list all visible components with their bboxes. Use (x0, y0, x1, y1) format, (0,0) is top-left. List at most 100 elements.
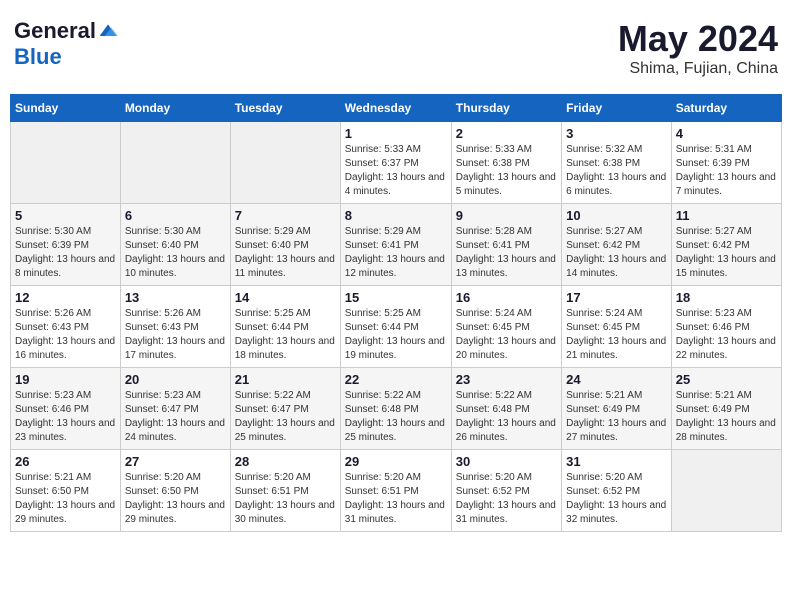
day-info: Sunrise: 5:27 AMSunset: 6:42 PMDaylight:… (676, 225, 777, 281)
weekday-header-monday: Monday (120, 95, 230, 122)
day-cell: 26Sunrise: 5:21 AMSunset: 6:50 PMDayligh… (11, 450, 121, 532)
day-number: 20 (125, 372, 226, 387)
day-cell: 21 Sunrise: 5:22 AMSunset: 6:47 PMDayligh… (230, 368, 340, 450)
day-info: Sunrise: 5:28 AMSunset: 6:41 PMDaylight:… (456, 225, 557, 281)
week-row-5: 26Sunrise: 5:21 AMSunset: 6:50 PMDayligh… (11, 450, 782, 532)
day-info: Sunrise: 5:24 AMSunset: 6:45 PMDaylight:… (566, 307, 667, 363)
day-cell: 9 Sunrise: 5:28 AMSunset: 6:41 PMDaylight… (451, 204, 561, 286)
day-cell: 4 Sunrise: 5:31 AMSunset: 6:39 PMDaylight… (671, 122, 781, 204)
day-info: Sunrise: 5:22 AMSunset: 6:47 PMDaylight:… (235, 389, 336, 445)
weekday-header-saturday: Saturday (671, 95, 781, 122)
day-cell: 31Sunrise: 5:20 AMSunset: 6:52 PMDayligh… (562, 450, 672, 532)
day-cell: 28 Sunrise: 5:20 AMSunset: 6:51 PMDayligh… (230, 450, 340, 532)
day-cell (671, 450, 781, 532)
day-info: Sunrise: 5:22 AMSunset: 6:48 PMDaylight:… (345, 389, 447, 445)
day-number: 25 (676, 372, 777, 387)
day-cell: 3 Sunrise: 5:32 AMSunset: 6:38 PMDaylight… (562, 122, 672, 204)
location: Shima, Fujian, China (618, 60, 778, 78)
day-info: Sunrise: 5:23 AMSunset: 6:46 PMDaylight:… (676, 307, 777, 363)
title-area: May 2024 Shima, Fujian, China (618, 18, 778, 78)
day-info: Sunrise: 5:30 AMSunset: 6:40 PMDaylight:… (125, 225, 226, 281)
week-row-4: 19 Sunrise: 5:23 AMSunset: 6:46 PMDayligh… (11, 368, 782, 450)
day-cell: 29 Sunrise: 5:20 AMSunset: 6:51 PMDayligh… (340, 450, 451, 532)
day-number: 3 (566, 126, 667, 141)
day-cell: 18 Sunrise: 5:23 AMSunset: 6:46 PMDayligh… (671, 286, 781, 368)
day-info: Sunrise: 5:20 AMSunset: 6:51 PMDaylight:… (345, 471, 447, 527)
day-number: 5 (15, 208, 116, 223)
day-cell: 27Sunrise: 5:20 AMSunset: 6:50 PMDayligh… (120, 450, 230, 532)
day-cell: 11 Sunrise: 5:27 AMSunset: 6:42 PMDayligh… (671, 204, 781, 286)
day-cell: 17 Sunrise: 5:24 AMSunset: 6:45 PMDayligh… (562, 286, 672, 368)
day-number: 28 (235, 454, 336, 469)
day-info: Sunrise: 5:21 AMSunset: 6:49 PMDaylight:… (566, 389, 667, 445)
day-info: Sunrise: 5:29 AMSunset: 6:41 PMDaylight:… (345, 225, 447, 281)
day-info: Sunrise: 5:20 AMSunset: 6:52 PMDaylight:… (456, 471, 557, 527)
day-info: Sunrise: 5:26 AMSunset: 6:43 PMDaylight:… (15, 307, 116, 363)
day-cell: 12 Sunrise: 5:26 AMSunset: 6:43 PMDayligh… (11, 286, 121, 368)
calendar-table: SundayMondayTuesdayWednesdayThursdayFrid… (10, 94, 782, 532)
day-number: 13 (125, 290, 226, 305)
day-number: 31 (566, 454, 667, 469)
day-cell: 13 Sunrise: 5:26 AMSunset: 6:43 PMDayligh… (120, 286, 230, 368)
day-cell: 7 Sunrise: 5:29 AMSunset: 6:40 PMDaylight… (230, 204, 340, 286)
day-number: 12 (15, 290, 116, 305)
logo-icon (98, 21, 118, 41)
month-title: May 2024 (618, 18, 778, 60)
day-number: 4 (676, 126, 777, 141)
day-number: 27 (125, 454, 226, 469)
day-info: Sunrise: 5:23 AMSunset: 6:46 PMDaylight:… (15, 389, 116, 445)
day-info: Sunrise: 5:24 AMSunset: 6:45 PMDaylight:… (456, 307, 557, 363)
day-number: 17 (566, 290, 667, 305)
weekday-header-wednesday: Wednesday (340, 95, 451, 122)
day-cell: 20Sunrise: 5:23 AMSunset: 6:47 PMDayligh… (120, 368, 230, 450)
day-number: 9 (456, 208, 557, 223)
day-cell: 8Sunrise: 5:29 AMSunset: 6:41 PMDaylight… (340, 204, 451, 286)
day-number: 2 (456, 126, 557, 141)
week-row-1: 1 Sunrise: 5:33 AMSunset: 6:37 PMDaylight… (11, 122, 782, 204)
day-cell: 30 Sunrise: 5:20 AMSunset: 6:52 PMDayligh… (451, 450, 561, 532)
day-number: 6 (125, 208, 226, 223)
day-number: 7 (235, 208, 336, 223)
day-number: 16 (456, 290, 557, 305)
day-info: Sunrise: 5:20 AMSunset: 6:51 PMDaylight:… (235, 471, 336, 527)
day-info: Sunrise: 5:29 AMSunset: 6:40 PMDaylight:… (235, 225, 336, 281)
day-info: Sunrise: 5:31 AMSunset: 6:39 PMDaylight:… (676, 143, 777, 199)
day-cell: 25 Sunrise: 5:21 AMSunset: 6:49 PMDayligh… (671, 368, 781, 450)
day-number: 22 (345, 372, 447, 387)
day-number: 19 (15, 372, 116, 387)
day-info: Sunrise: 5:25 AMSunset: 6:44 PMDaylight:… (235, 307, 336, 363)
day-info: Sunrise: 5:21 AMSunset: 6:49 PMDaylight:… (676, 389, 777, 445)
week-row-2: 5Sunrise: 5:30 AMSunset: 6:39 PMDaylight… (11, 204, 782, 286)
weekday-header-tuesday: Tuesday (230, 95, 340, 122)
day-info: Sunrise: 5:22 AMSunset: 6:48 PMDaylight:… (456, 389, 557, 445)
page-header: General Blue May 2024 Shima, Fujian, Chi… (10, 10, 782, 86)
weekday-header-thursday: Thursday (451, 95, 561, 122)
day-info: Sunrise: 5:25 AMSunset: 6:44 PMDaylight:… (345, 307, 447, 363)
day-number: 15 (345, 290, 447, 305)
day-number: 30 (456, 454, 557, 469)
week-row-3: 12 Sunrise: 5:26 AMSunset: 6:43 PMDayligh… (11, 286, 782, 368)
logo-blue: Blue (14, 44, 62, 70)
day-cell: 2Sunrise: 5:33 AMSunset: 6:38 PMDaylight… (451, 122, 561, 204)
day-number: 24 (566, 372, 667, 387)
day-number: 21 (235, 372, 336, 387)
day-info: Sunrise: 5:26 AMSunset: 6:43 PMDaylight:… (125, 307, 226, 363)
day-number: 1 (345, 126, 447, 141)
day-number: 11 (676, 208, 777, 223)
day-info: Sunrise: 5:33 AMSunset: 6:37 PMDaylight:… (345, 143, 447, 199)
logo-general: General (14, 18, 96, 44)
day-cell: 10Sunrise: 5:27 AMSunset: 6:42 PMDayligh… (562, 204, 672, 286)
day-number: 29 (345, 454, 447, 469)
day-cell: 22 Sunrise: 5:22 AMSunset: 6:48 PMDayligh… (340, 368, 451, 450)
day-cell: 1 Sunrise: 5:33 AMSunset: 6:37 PMDaylight… (340, 122, 451, 204)
day-cell: 14 Sunrise: 5:25 AMSunset: 6:44 PMDayligh… (230, 286, 340, 368)
day-cell: 15 Sunrise: 5:25 AMSunset: 6:44 PMDayligh… (340, 286, 451, 368)
day-number: 14 (235, 290, 336, 305)
weekday-header-sunday: Sunday (11, 95, 121, 122)
day-info: Sunrise: 5:32 AMSunset: 6:38 PMDaylight:… (566, 143, 667, 199)
day-number: 18 (676, 290, 777, 305)
day-info: Sunrise: 5:27 AMSunset: 6:42 PMDaylight:… (566, 225, 667, 281)
day-cell: 6 Sunrise: 5:30 AMSunset: 6:40 PMDaylight… (120, 204, 230, 286)
logo: General Blue (14, 18, 118, 70)
day-cell (230, 122, 340, 204)
